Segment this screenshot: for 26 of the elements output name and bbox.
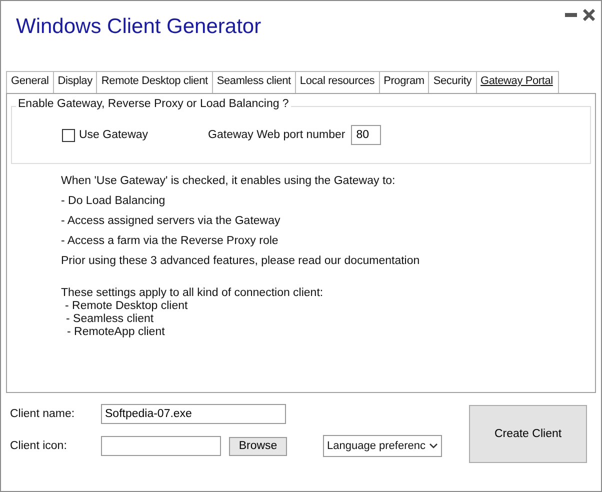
client-type-item: - RemoteApp client [66, 326, 166, 339]
window-title: Windows Client Generator [16, 15, 262, 40]
info-text: - Access assigned servers via the Gateway [61, 214, 282, 229]
port-label: Gateway Web port number [208, 129, 346, 141]
close-icon[interactable] [583, 9, 595, 21]
applies-heading: These settings apply to all kind of connection client: [61, 287, 324, 300]
client-name-input[interactable]: Softpedia-07.exe [101, 404, 286, 424]
port-input[interactable]: 80 [351, 125, 382, 145]
language-dropdown[interactable]: Language preferenc [323, 435, 442, 457]
info-text: - Access a farm via the Reverse Proxy role [61, 234, 280, 249]
info-text: - Do Load Balancing [61, 194, 166, 209]
tab[interactable]: General [6, 71, 54, 93]
info-text: When 'Use Gateway' is checked, it enables using the Gateway to: [61, 174, 396, 189]
use-gateway-checkbox[interactable]: Use Gateway [62, 128, 148, 142]
checkbox-icon[interactable] [62, 128, 75, 142]
info-text: Prior using these 3 advanced features, please read our documentation [61, 254, 421, 269]
client-icon-input[interactable] [101, 436, 221, 456]
chevron-down-icon [429, 443, 438, 449]
browse-button[interactable]: Browse [229, 436, 287, 456]
group-title: Enable Gateway, Reverse Proxy or Load Balancing ? [16, 98, 291, 110]
create-client-button[interactable]: Create Client [469, 405, 587, 463]
client-type-item: - Remote Desktop client [64, 300, 189, 313]
client-name-label: Client name: [10, 408, 76, 420]
client-icon-label: Client icon: [10, 440, 68, 452]
client-type-item: - Seamless client [65, 313, 155, 326]
tab[interactable]: Gateway Portal [476, 71, 559, 93]
